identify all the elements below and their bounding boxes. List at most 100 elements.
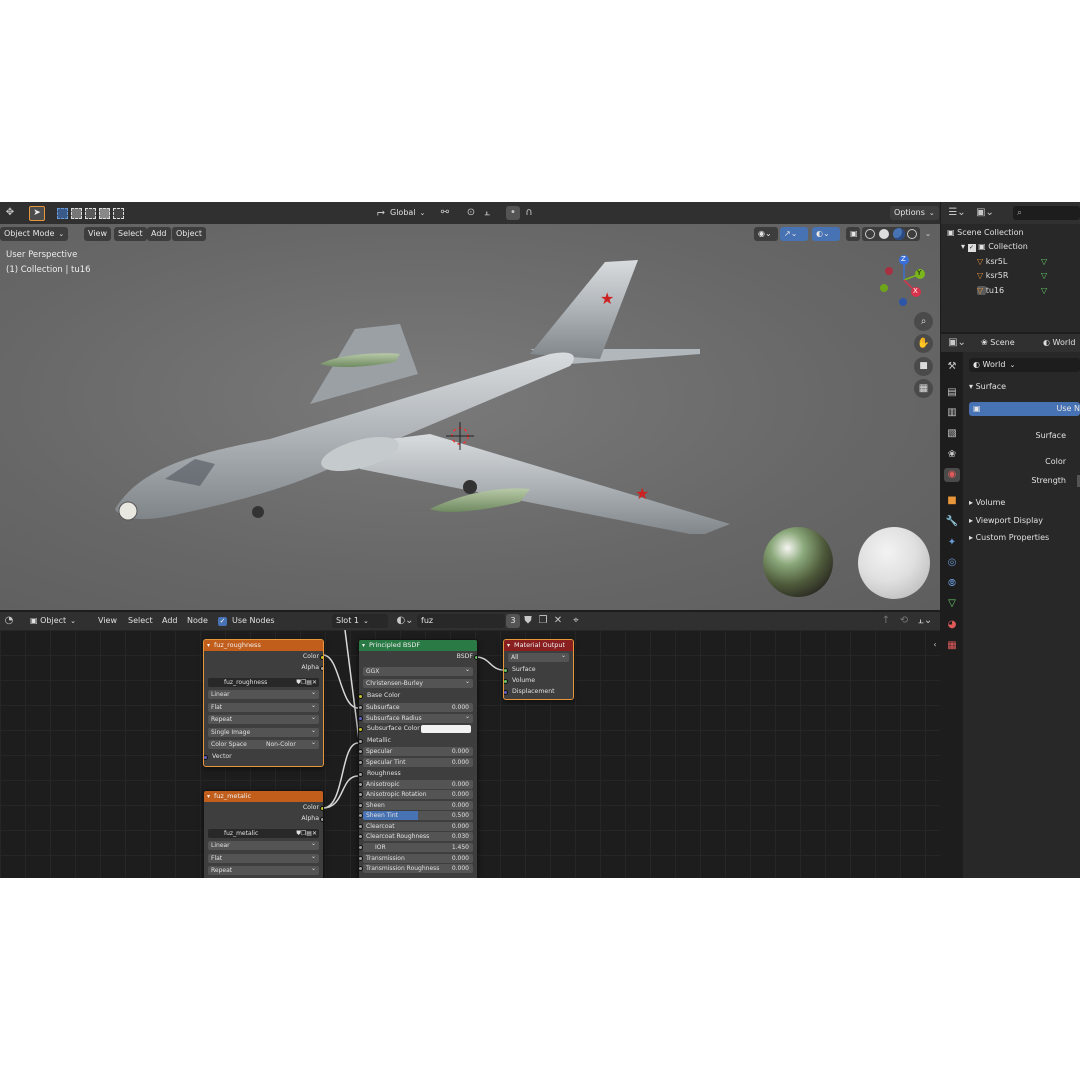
parent-node-tree-icon[interactable]: ↑ xyxy=(880,614,892,628)
pan-hand-icon[interactable]: ✋ xyxy=(914,334,933,353)
menu-view[interactable]: View xyxy=(84,227,111,241)
select-invert-icon[interactable] xyxy=(99,208,110,219)
shading-options-icon[interactable]: ⌄ xyxy=(922,227,934,241)
input-anisotropic-rotation[interactable]: Anisotropic Rotation 0.000 xyxy=(363,790,473,799)
rendered-shading-icon[interactable] xyxy=(907,229,917,239)
principled-bsdf-node[interactable]: Principled BSDF BSDF GGX Christensen-Bur… xyxy=(358,639,478,878)
viewport-display-panel[interactable]: ▸ Viewport Display xyxy=(969,514,1043,528)
shader-editor-type-icon[interactable]: ◔ xyxy=(0,614,18,628)
particles-tab-icon[interactable]: ✦ xyxy=(945,536,959,550)
socket-clearcoat-roughness[interactable] xyxy=(359,834,363,839)
input-socket-vector[interactable] xyxy=(204,755,208,760)
image-actions-icon[interactable]: ⛊❐▤✕ xyxy=(296,829,317,838)
snap-increment-icon[interactable]: ⫠ xyxy=(480,206,494,220)
node-snap-mode-icon[interactable]: ⫠⌄ xyxy=(914,614,936,628)
visibility-dropdown[interactable]: ◉⌄ xyxy=(754,227,778,241)
socket-clearcoat[interactable] xyxy=(359,824,363,829)
solid-shading-icon[interactable] xyxy=(879,229,889,239)
object-type-dropdown[interactable]: ▣ Object xyxy=(30,614,76,628)
tool-tab-icon[interactable]: ⚒ xyxy=(945,360,959,374)
output-socket-bsdf[interactable] xyxy=(474,655,477,660)
scene-collection-row[interactable]: ▣ Scene Collection xyxy=(947,226,1024,240)
outliner-search-field[interactable]: ⌕ xyxy=(1013,206,1080,220)
color-space-select[interactable]: Color Space Non-Color xyxy=(208,740,319,749)
socket-specular-tint[interactable] xyxy=(359,760,363,765)
output-target-select[interactable]: All xyxy=(508,653,569,662)
menu-select[interactable]: Select xyxy=(114,227,147,241)
slot-dropdown[interactable]: Slot 1 xyxy=(332,614,388,628)
image-datablock[interactable]: fuz_metalic ⛊❐▤✕ xyxy=(208,829,319,838)
subsurface-method-select[interactable]: Christensen-Burley xyxy=(363,679,473,688)
navigation-gizmo[interactable]: Z Y X xyxy=(876,252,932,308)
snap-node-icon[interactable]: ⟲ xyxy=(898,614,910,628)
input-transmission-roughness[interactable]: Transmission Roughness 0.000 xyxy=(363,864,473,873)
select-extend-icon[interactable] xyxy=(71,208,82,219)
tu16-aircraft-model[interactable]: ★ ★ xyxy=(100,254,740,534)
use-nodes-button[interactable]: ▣ Use N xyxy=(969,402,1080,416)
editor-type-icon[interactable]: ✥ xyxy=(2,206,18,220)
input-specular[interactable]: Specular 0.000 xyxy=(363,747,473,756)
extension-select[interactable]: Repeat xyxy=(208,866,319,875)
socket-base-color[interactable] xyxy=(359,694,363,699)
material-name-field[interactable]: fuz xyxy=(417,614,505,628)
socket-transmission-roughness[interactable] xyxy=(359,866,363,871)
zoom-icon[interactable]: ⌕ xyxy=(914,312,933,331)
display-mode-icon[interactable]: ▣⌄ xyxy=(975,206,995,220)
snap-icon[interactable]: ⊙ xyxy=(464,206,478,220)
menu-add[interactable]: Add xyxy=(147,227,171,241)
projection-select[interactable]: Flat xyxy=(208,854,319,863)
gizmo-toggle[interactable]: ↗⌄ xyxy=(780,227,808,241)
collection-row[interactable]: ▾ ✓ ▣ Collection xyxy=(961,240,1028,254)
falloff-icon[interactable]: ∩ xyxy=(522,206,536,220)
socket-ior[interactable] xyxy=(359,845,363,850)
object-row-ksr5l[interactable]: ▽ ksr5L ▽ xyxy=(977,255,1080,269)
camera-view-icon[interactable]: ■ xyxy=(914,357,933,376)
sidebar-toggle-arrow-icon[interactable]: ‹ xyxy=(930,638,940,652)
extension-select[interactable]: Repeat xyxy=(208,715,319,724)
volume-panel[interactable]: ▸ Volume xyxy=(969,496,1005,510)
output-socket-color[interactable] xyxy=(320,655,323,660)
input-sheen[interactable]: Sheen 0.000 xyxy=(363,801,473,810)
overlays-toggle[interactable]: ◐⌄ xyxy=(812,227,840,241)
socket-surface[interactable] xyxy=(504,668,508,673)
scene-tab[interactable]: ❀ Scene xyxy=(981,336,1015,350)
xray-toggle[interactable]: ▣ xyxy=(846,227,860,241)
socket-specular[interactable] xyxy=(359,749,363,754)
socket-metallic[interactable] xyxy=(359,739,363,744)
socket-volume[interactable] xyxy=(504,679,508,684)
output-socket-color[interactable] xyxy=(320,806,323,811)
socket-subsurface-color[interactable] xyxy=(359,727,363,732)
mesh-data-icon[interactable]: ▽ xyxy=(1041,284,1047,298)
input-anisotropic[interactable]: Anisotropic 0.000 xyxy=(363,780,473,789)
object-row-ksr5r[interactable]: ▽ ksr5R ▽ xyxy=(977,269,1080,283)
image-texture-node-metallic[interactable]: fuz_metalic Color Alpha fuz_metalic⛊❐▤✕ … xyxy=(203,790,324,878)
projection-select[interactable]: Flat xyxy=(208,703,319,712)
menu-object[interactable]: Object xyxy=(172,227,207,241)
distribution-select[interactable]: GGX xyxy=(363,667,473,676)
select-box-icon[interactable] xyxy=(57,208,68,219)
node-header[interactable]: Principled BSDF xyxy=(359,640,477,651)
render-tab-icon[interactable]: ▤ xyxy=(945,386,959,400)
socket-anisotropic[interactable] xyxy=(359,782,363,787)
socket-sheen[interactable] xyxy=(359,803,363,808)
socket-displacement[interactable] xyxy=(504,690,508,695)
physics-tab-icon[interactable]: ◎ xyxy=(945,556,959,570)
interpolation-select[interactable]: Linear xyxy=(208,690,319,699)
object-tab-icon[interactable]: ■ xyxy=(945,494,959,508)
input-clearcoat-roughness[interactable]: Clearcoat Roughness 0.030 xyxy=(363,832,473,841)
world-datablock-field[interactable]: ◐ World xyxy=(969,358,1080,372)
orientation-icon[interactable]: ⮣ xyxy=(374,206,388,220)
properties-type-icon[interactable]: ▣⌄ xyxy=(947,336,967,350)
interpolation-select[interactable]: Linear xyxy=(208,841,319,850)
material-browse-icon[interactable]: ◐⌄ xyxy=(396,614,414,628)
pivot-icon[interactable]: ⚯ xyxy=(438,206,452,220)
texture-tab-icon[interactable]: ▦ xyxy=(945,639,959,653)
output-socket-alpha[interactable] xyxy=(320,817,323,822)
3d-viewport[interactable]: Object Mode View Select Add Object ◉⌄ ↗⌄… xyxy=(0,224,940,610)
socket-sheen-tint[interactable] xyxy=(359,813,363,818)
input-clearcoat[interactable]: Clearcoat 0.000 xyxy=(363,822,473,831)
image-texture-node-roughness[interactable]: fuz_roughness Color Alpha fuz_roughness ⛊… xyxy=(203,639,324,767)
source-select[interactable]: Single Image xyxy=(208,728,319,737)
select-tool-icon[interactable]: ➤ xyxy=(29,206,45,221)
image-datablock[interactable]: fuz_roughness ⛊❐▤✕ xyxy=(208,678,319,687)
